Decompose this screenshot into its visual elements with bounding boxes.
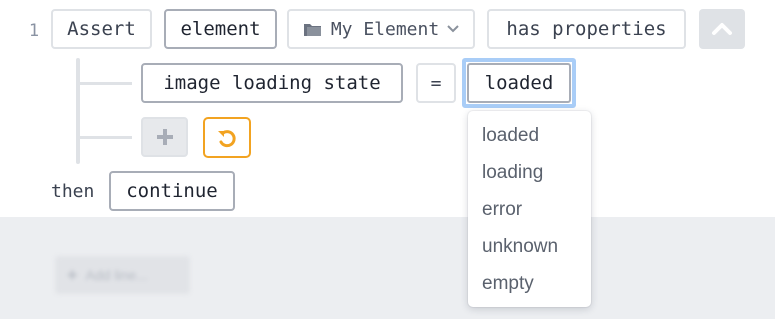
- dropdown-option-loaded[interactable]: loaded: [468, 117, 591, 154]
- add-condition-button[interactable]: [141, 117, 188, 157]
- element-selector-label: My Element: [330, 18, 440, 40]
- then-keyword: then: [51, 181, 95, 202]
- undo-icon: [218, 129, 236, 147]
- dropdown-option-loading[interactable]: loading: [468, 154, 591, 191]
- has-properties-keyword[interactable]: has properties: [487, 9, 686, 49]
- line-number: 1: [28, 21, 40, 41]
- plus-icon: +: [67, 264, 78, 285]
- element-selector[interactable]: My Element: [287, 9, 475, 49]
- add-line-button[interactable]: + Add line...: [55, 256, 190, 294]
- property-token[interactable]: image loading state: [141, 63, 403, 103]
- dropdown-option-unknown[interactable]: unknown: [468, 228, 591, 265]
- operator-token[interactable]: =: [416, 63, 456, 103]
- value-dropdown: loaded loading error unknown empty: [468, 111, 591, 307]
- tree-branch: [80, 136, 132, 139]
- assert-keyword[interactable]: Assert: [51, 9, 152, 49]
- value-token[interactable]: loaded: [467, 63, 571, 103]
- undo-button[interactable]: [203, 117, 251, 158]
- folder-icon: [303, 24, 321, 36]
- chevron-up-icon: [712, 23, 732, 35]
- then-action-token[interactable]: continue: [109, 171, 235, 211]
- add-line-label: Add line...: [85, 267, 148, 283]
- tree-connector: [76, 58, 80, 164]
- tree-branch: [80, 82, 132, 85]
- chevron-down-icon: [447, 25, 459, 33]
- subject-token[interactable]: element: [164, 9, 277, 49]
- dropdown-option-error[interactable]: error: [468, 191, 591, 228]
- collapse-button[interactable]: [699, 9, 745, 49]
- dropdown-option-empty[interactable]: empty: [468, 265, 591, 302]
- plus-icon: [156, 129, 173, 145]
